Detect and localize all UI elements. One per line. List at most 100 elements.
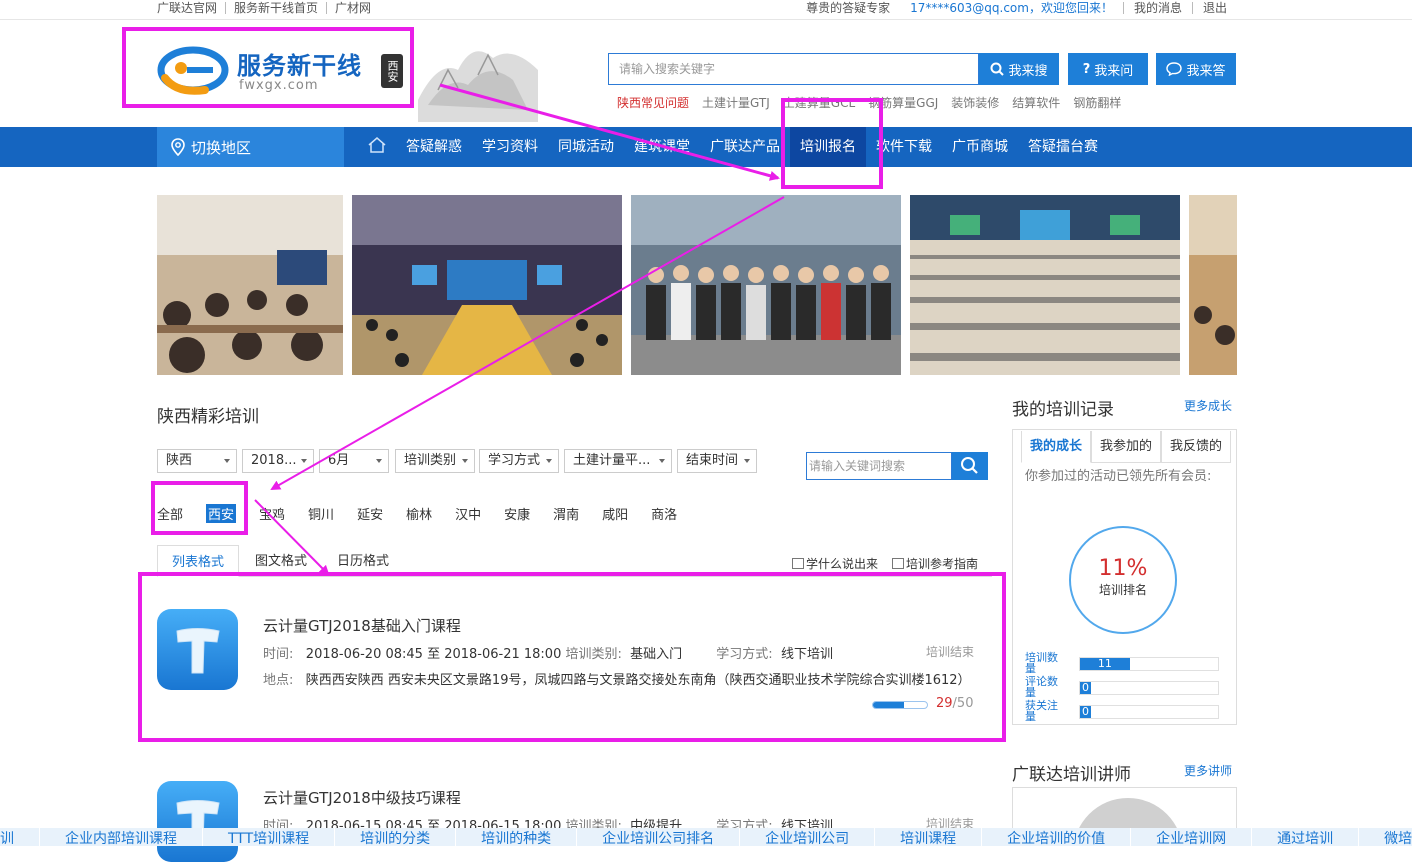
city-hanzhong[interactable]: 汉中: [455, 504, 481, 523]
keyword-link[interactable]: 培训的种类: [456, 828, 578, 846]
expert-title: 尊贵的答疑专家: [806, 1, 891, 15]
search-button[interactable]: 我来搜: [979, 53, 1059, 85]
hotword-link[interactable]: 土建计量GTJ: [702, 94, 770, 111]
filter-study-mode-select[interactable]: 学习方式: [479, 449, 559, 473]
training-photo[interactable]: [1189, 195, 1237, 375]
stat-bar: 0: [1079, 681, 1219, 695]
annotation-box-city: [151, 481, 248, 535]
keyword-link[interactable]: TTT培训课程: [203, 828, 336, 846]
annotation-box-course: [138, 572, 1006, 742]
annotation-box-nav-training: [781, 98, 883, 189]
more-teachers-link[interactable]: 更多讲师: [1184, 762, 1232, 779]
city-yanan[interactable]: 延安: [357, 504, 383, 523]
filter-province-select[interactable]: 陕西: [157, 449, 237, 473]
ranking-description: 你参加过的活动已领先所有会员:: [1025, 469, 1212, 484]
question-mark-icon: ?: [1082, 61, 1091, 77]
stat-label: 获关注量: [1025, 699, 1058, 723]
training-guide-label: 培训参考指南: [905, 557, 978, 571]
annotation-box-logo: [122, 27, 414, 108]
keyword-link[interactable]: 通过培训: [1252, 828, 1360, 846]
nav-item-materials[interactable]: 学习资料: [472, 127, 548, 167]
city-baoji[interactable]: 宝鸡: [259, 504, 285, 523]
related-keywords-bar: 训 企业内部培训课程 TTT培训课程 培训的分类 培训的种类 企业培训公司排名 …: [0, 828, 1412, 846]
city-tongchuan[interactable]: 铜川: [308, 504, 334, 523]
city-weinan[interactable]: 渭南: [553, 504, 579, 523]
photo-conference-hall: [352, 195, 622, 375]
keyword-link[interactable]: 企业培训公司: [740, 828, 876, 846]
my-training-records-title: 我的培训记录: [1012, 400, 1114, 420]
filter-end-time-select[interactable]: 结束时间: [677, 449, 757, 473]
training-photo[interactable]: [910, 195, 1180, 375]
photo-large-audience: [910, 195, 1180, 375]
suggest-topic-label: 学什么说出来: [805, 557, 878, 571]
tab-my-feedback[interactable]: 我反馈的: [1161, 431, 1231, 463]
nav-home-icon[interactable]: [358, 127, 396, 167]
letter-t-icon: [176, 800, 220, 846]
my-messages-link[interactable]: 我的消息: [1124, 2, 1192, 14]
course-title[interactable]: 云计量GTJ2018中级技巧课程: [263, 787, 461, 808]
more-growth-link[interactable]: 更多成长: [1184, 397, 1232, 414]
keyword-link[interactable]: 企业培训公司排名: [577, 828, 741, 846]
global-search-input[interactable]: 请输入搜索关键字: [608, 53, 979, 85]
stat-bar-fill: 0: [1080, 682, 1092, 694]
training-search-button[interactable]: [952, 452, 988, 480]
keyword-link[interactable]: 企业培训的价值: [982, 828, 1132, 846]
location-pin-icon: [171, 138, 185, 156]
city-yulin[interactable]: 榆林: [406, 504, 432, 523]
top-utility-bar: 广联达官网 服务新干线首页 广材网 尊贵的答疑专家 17****603@qq.c…: [0, 0, 1412, 20]
hotword-link[interactable]: 钢筋翻样: [1073, 94, 1121, 111]
tab-my-growth[interactable]: 我的成长: [1021, 431, 1091, 463]
training-photo[interactable]: [352, 195, 622, 375]
link-gcw[interactable]: 广材网: [327, 2, 379, 14]
home-icon: [368, 137, 386, 153]
keyword-link[interactable]: 企业内部培训课程: [40, 828, 203, 846]
stat-bar: 11: [1079, 657, 1219, 671]
hotword-link[interactable]: 装饰装修: [951, 94, 999, 111]
nav-item-coin-mall[interactable]: 广币商城: [942, 127, 1018, 167]
nav-item-local-events[interactable]: 同城活动: [548, 127, 624, 167]
filter-year-select[interactable]: 2018...: [242, 449, 314, 473]
keyword-link[interactable]: 微培: [1359, 828, 1412, 846]
answer-button-label: 我来答: [1186, 63, 1226, 79]
filter-product-select[interactable]: 土建计量平...: [564, 449, 672, 473]
city-xianyang[interactable]: 咸阳: [602, 504, 628, 523]
my-records-panel: 我的成长 我参加的 我反馈的 你参加过的活动已领先所有会员: 11% 培训排名 …: [1012, 429, 1237, 725]
stat-label: 评论数量: [1025, 675, 1058, 699]
photo-partial: [1189, 195, 1237, 375]
answer-button[interactable]: 我来答: [1156, 53, 1236, 85]
ranking-label: 培训排名: [1098, 583, 1147, 597]
tab-my-joined[interactable]: 我参加的: [1091, 431, 1161, 463]
stat-label: 培训数量: [1025, 651, 1058, 675]
training-guide-link[interactable]: 培训参考指南: [891, 555, 978, 572]
city-shangluo[interactable]: 商洛: [651, 504, 677, 523]
ask-button[interactable]: ? 我来问: [1068, 53, 1148, 85]
nav-item-products[interactable]: 广联达产品: [700, 127, 790, 167]
suggest-topic-link[interactable]: 学什么说出来: [791, 555, 878, 572]
keyword-link[interactable]: 训: [0, 828, 40, 846]
keyword-link[interactable]: 培训课程: [875, 828, 983, 846]
search-button-label: 我来搜: [1008, 63, 1048, 79]
link-fwxgx-home[interactable]: 服务新干线首页: [226, 2, 328, 14]
keyword-link[interactable]: 企业培训网: [1131, 828, 1253, 846]
course-app-icon: [157, 781, 238, 862]
stat-bar: 0: [1079, 705, 1219, 719]
nav-item-qa-contest[interactable]: 答疑擂台赛: [1018, 127, 1108, 167]
training-photo[interactable]: [631, 195, 901, 375]
switch-region-button[interactable]: 切换地区: [157, 127, 344, 167]
link-glodon-official[interactable]: 广联达官网: [157, 2, 227, 14]
logout-link[interactable]: 退出: [1193, 2, 1237, 14]
stat-bar-fill: 0: [1080, 706, 1092, 718]
stat-bar-fill: 11: [1080, 658, 1130, 670]
nav-item-classroom[interactable]: 建筑课堂: [624, 127, 700, 167]
training-photo[interactable]: [157, 195, 343, 375]
user-greeting[interactable]: 17****603@qq.com，欢迎您回来！: [900, 2, 1123, 14]
nav-item-qa[interactable]: 答疑解惑: [396, 127, 472, 167]
training-keyword-input[interactable]: 请输入关键词搜索: [806, 452, 952, 480]
keyword-link[interactable]: 培训的分类: [335, 828, 457, 846]
hotword-link[interactable]: 陕西常见问题: [617, 94, 689, 111]
city-ankang[interactable]: 安康: [504, 504, 530, 523]
filter-category-select[interactable]: 培训类别: [395, 449, 475, 473]
document-icon: [891, 558, 904, 569]
filter-month-select[interactable]: 6月: [319, 449, 389, 473]
hotword-link[interactable]: 结算软件: [1012, 94, 1060, 111]
